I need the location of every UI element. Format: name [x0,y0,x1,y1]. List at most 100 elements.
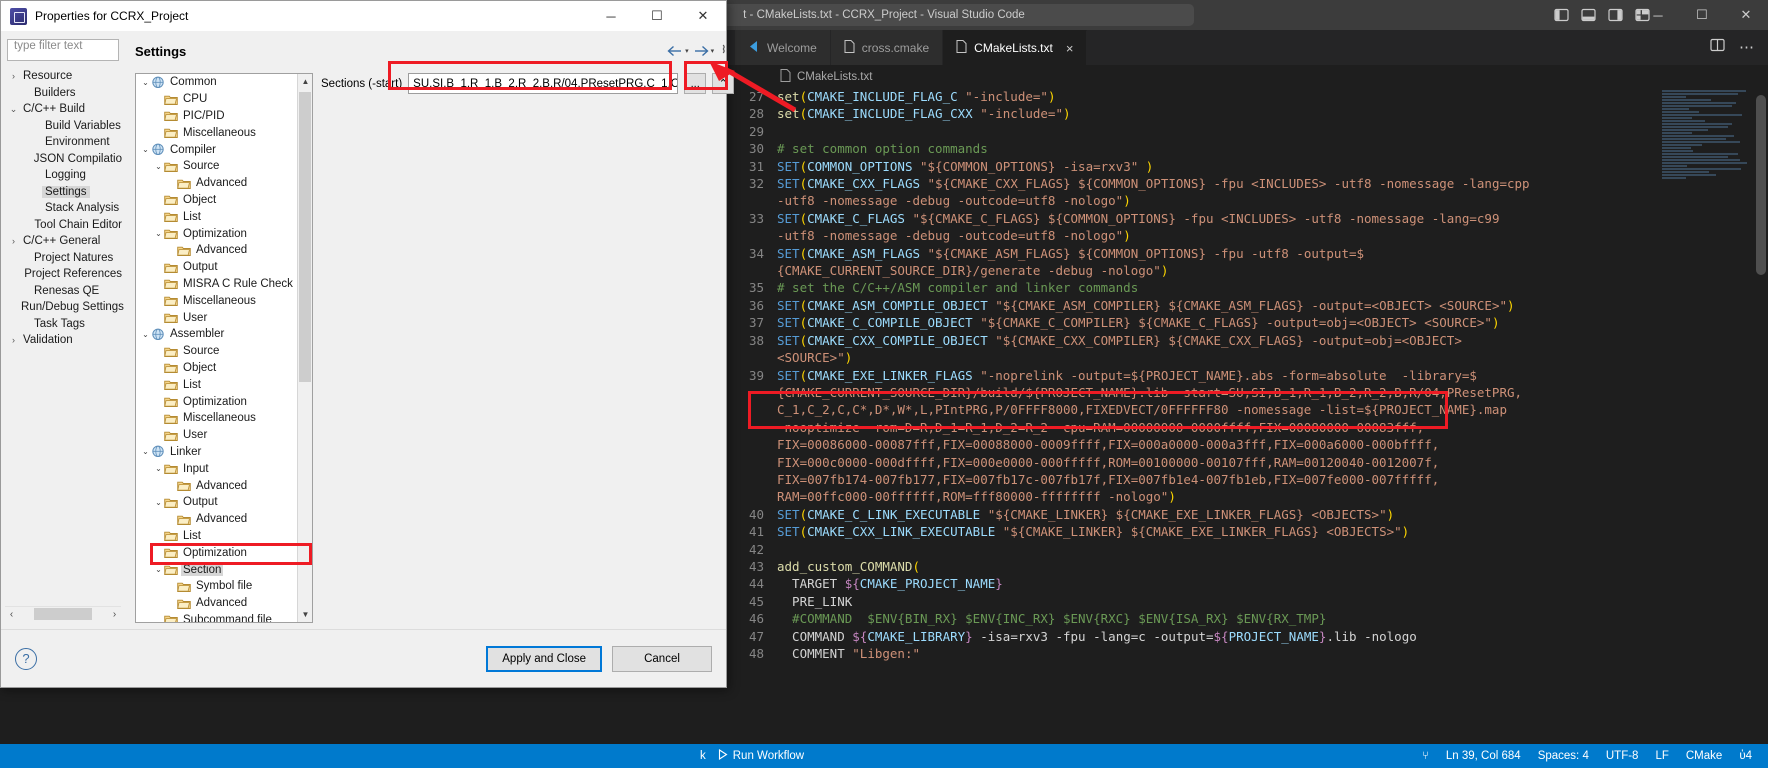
tree-item-misra-c-rule-check[interactable]: MISRA C Rule Check [136,276,312,293]
tree-item-miscellaneous[interactable]: Miscellaneous [136,124,312,141]
sidebar-item-logging[interactable]: Logging [7,167,125,184]
tree-item-list[interactable]: List [136,376,312,393]
sidebar-item-validation[interactable]: › Validation [7,332,125,349]
code-content[interactable]: 27 set(CMAKE_INCLUDE_FLAG_C "-include=") 2… [735,88,1768,745]
tool-settings-tree-rows[interactable]: ⌄ Common CPU PIC/PID Miscellaneous ⌄ Compiler ⌄… [136,74,312,623]
tree-item-input[interactable]: ⌄ Input [136,460,312,477]
sidebar-item-c-c-general[interactable]: › C/C++ General [7,233,125,250]
code-line[interactable]: FIX=007fb174-007fb177,FIX=007fb17c-007fb… [735,471,1768,488]
sidebar-scroll-thumb[interactable] [34,608,92,620]
tree-item-list[interactable]: List [136,208,312,225]
code-line[interactable]: {CMAKE_CURRENT_SOURCE_DIR}/build/${PROJE… [735,384,1768,401]
tab-cross-cmake[interactable]: cross.cmake [831,30,943,65]
sidebar-item-builders[interactable]: Builders [7,85,125,102]
expand-arrow-icon[interactable]: ⌄ [140,145,151,154]
code-line[interactable]: 45 PRE_LINK [735,593,1768,610]
sidebar-tree[interactable]: › Resource Builders ⌄ C/C++ Build Build Varia… [7,68,125,349]
code-line[interactable]: -utf8 -nomessage -debug -outcode=utf8 -n… [735,192,1768,209]
tree-item-user[interactable]: User [136,427,312,444]
tree-item-advanced[interactable]: Advanced [136,595,312,612]
editor-minimap[interactable] [1662,90,1754,200]
tree-item-output[interactable]: Output [136,259,312,276]
expand-arrow-icon[interactable]: ⌄ [153,464,164,473]
split-editor-icon[interactable] [1710,38,1725,57]
tree-item-cpu[interactable]: CPU [136,91,312,108]
tree-item-pic-pid[interactable]: PIC/PID [136,108,312,125]
expand-arrow-icon[interactable]: ⌄ [140,78,151,87]
expand-arrow-icon[interactable]: ⌄ [153,498,164,507]
expand-arrow-icon[interactable]: ⌄ [140,330,151,339]
tree-item-user[interactable]: User [136,309,312,326]
expand-arrow-icon[interactable]: ⌄ [153,162,164,171]
tree-scroll-up-icon[interactable]: ▲ [298,74,313,89]
sidebar-item-tool-chain-editor[interactable]: Tool Chain Editor [7,217,125,234]
tree-item-compiler[interactable]: ⌄ Compiler [136,141,312,158]
code-line[interactable]: 42 [735,541,1768,558]
code-editor[interactable]: 27 set(CMAKE_INCLUDE_FLAG_C "-include=") 2… [735,88,1768,745]
code-line[interactable]: 40 SET(CMAKE_C_LINK_EXECUTABLE "${CMAKE_L… [735,506,1768,523]
code-line[interactable]: <SOURCE>") [735,349,1768,366]
code-line[interactable]: 34 SET(CMAKE_ASM_FLAGS "${CMAKE_ASM_FLAGS… [735,245,1768,262]
dialog-maximize-button[interactable]: ☐ [634,1,680,31]
tree-item-miscellaneous[interactable]: Miscellaneous [136,292,312,309]
tree-item-object[interactable]: Object [136,192,312,209]
tree-item-optimization[interactable]: ⌄ Optimization [136,225,312,242]
back-dropdown-icon[interactable]: ▾ [685,47,689,55]
filter-input[interactable]: type filter text [7,39,119,61]
tab-cmakelists-txt[interactable]: CMakeLists.txt × [943,30,1087,65]
encoding[interactable]: UTF-8 [1606,750,1639,762]
sidebar-item-run-debug-settings[interactable]: Run/Debug Settings [7,299,125,316]
code-line[interactable]: 31 SET(COMMON_OPTIONS "${COMMON_OPTIONS} … [735,158,1768,175]
vscode-minimize-button[interactable]: ─ [1636,0,1680,30]
eol[interactable]: LF [1655,750,1668,762]
tree-item-section[interactable]: ⌄ Section [136,561,312,578]
cancel-button[interactable]: Cancel [612,646,712,672]
code-line[interactable]: FIX=000c0000-000dffff,FIX=000e0000-000ff… [735,454,1768,471]
vscode-close-button[interactable]: ✕ [1724,0,1768,30]
back-arrow-icon[interactable]: ▾ [667,45,689,57]
more-actions-icon[interactable]: ⋯ [1739,40,1754,55]
tree-item-optimization[interactable]: Optimization [136,544,312,561]
sidebar-item-environment[interactable]: Environment [7,134,125,151]
cursor-position[interactable]: Ln 39, Col 684 [1446,750,1521,762]
sidebar-item-settings[interactable]: Settings [7,184,125,201]
tree-scroll-thumb[interactable] [299,92,311,382]
notifications[interactable]: ὑ4 [1739,750,1752,762]
sections-input[interactable]: SU,SI,B_1,R_1,B_2,R_2,B,R/04,PResetPRG,C… [408,73,678,94]
code-line[interactable]: 37 SET(CMAKE_C_COMPILE_OBJECT "${CMAKE_C_… [735,314,1768,331]
tree-item-output[interactable]: ⌄ Output [136,494,312,511]
sidebar-item-c-c-build[interactable]: ⌄ C/C++ Build [7,101,125,118]
tree-item-subcommand-file[interactable]: Subcommand file [136,612,312,624]
editor-scrollbar-thumb[interactable] [1756,95,1766,275]
sidebar-horizontal-scrollbar[interactable]: ‹ › [5,606,121,621]
tree-scroll-down-icon[interactable]: ▼ [298,607,313,622]
expand-arrow-icon[interactable]: ⌄ [153,565,164,574]
dialog-close-button[interactable]: ✕ [680,1,726,31]
code-line[interactable]: 30 # set common option commands [735,140,1768,157]
run-workflow[interactable]: Run Workflow [718,749,804,763]
tree-item-common[interactable]: ⌄ Common [136,74,312,91]
code-line[interactable]: 38 SET(CMAKE_CXX_COMPILE_OBJECT "${CMAKE_… [735,332,1768,349]
scroll-left-arrow-icon[interactable]: ‹ [5,609,18,620]
tree-item-source[interactable]: Source [136,343,312,360]
code-line[interactable]: 44 TARGET ${CMAKE_PROJECT_NAME} [735,575,1768,592]
dialog-minimize-button[interactable]: ─ [588,1,634,31]
tree-item-source[interactable]: ⌄ Source [136,158,312,175]
sidebar-item-task-tags[interactable]: Task Tags [7,316,125,333]
code-line[interactable]: 47 COMMAND ${CMAKE_LIBRARY} -isa=rxv3 -f… [735,628,1768,645]
code-line[interactable]: 43 add_custom_COMMAND( [735,558,1768,575]
scroll-right-arrow-icon[interactable]: › [108,609,121,620]
tree-item-list[interactable]: List [136,528,312,545]
code-line[interactable]: 48 COMMENT "Libgen:" [735,645,1768,662]
panel-bottom-icon[interactable] [1581,8,1596,22]
tree-item-advanced[interactable]: Advanced [136,511,312,528]
code-line[interactable]: FIX=00086000-00087fff,FIX=00088000-0009f… [735,436,1768,453]
indentation[interactable]: Spaces: 4 [1538,750,1589,762]
tree-item-advanced[interactable]: Advanced [136,242,312,259]
code-line[interactable]: 32 SET(CMAKE_CXX_FLAGS "${CMAKE_CXX_FLAGS… [735,175,1768,192]
code-line[interactable]: 35 # set the C/C++/ASM compiler and linke… [735,279,1768,296]
code-line[interactable]: 41 SET(CMAKE_CXX_LINK_EXECUTABLE "${CMAKE… [735,523,1768,540]
code-line[interactable]: 27 set(CMAKE_INCLUDE_FLAG_C "-include=") [735,88,1768,105]
expand-arrow-icon[interactable]: › [7,71,20,81]
code-line[interactable]: 28 set(CMAKE_INCLUDE_FLAG_CXX "-include="… [735,105,1768,122]
